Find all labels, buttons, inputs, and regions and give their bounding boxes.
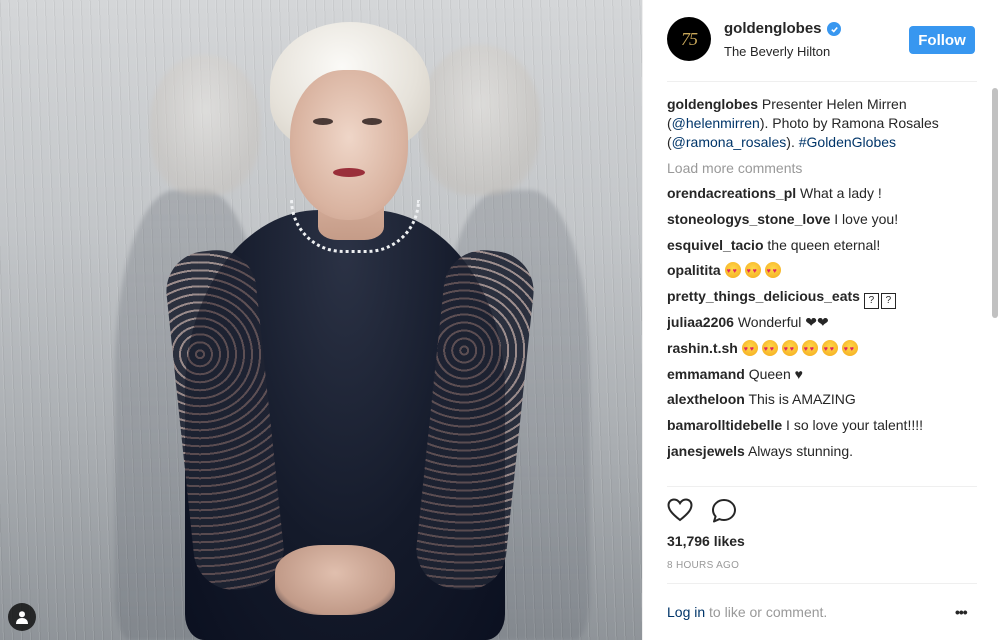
missing-glyph-icon: ? xyxy=(863,293,879,310)
avatar[interactable]: 75 xyxy=(667,17,711,61)
user-tag-icon xyxy=(16,611,28,624)
heart-eyes-emoji-icon xyxy=(761,339,778,359)
photo-eye-right xyxy=(362,118,382,125)
heart-eyes-emoji-icon xyxy=(781,339,798,359)
caption-username[interactable]: goldenglobes xyxy=(667,96,758,112)
comment-row: emmamand Queen ♥ xyxy=(667,365,977,391)
comment-text: This is AMAZING xyxy=(748,391,856,408)
comment-row: juliaa2206 Wonderful ❤❤ xyxy=(667,313,977,339)
comment-row: orendacreations_pl What a lady ! xyxy=(667,184,977,210)
heart-eyes-emoji-icon xyxy=(801,339,818,359)
header-username[interactable]: goldenglobes xyxy=(724,20,822,37)
location-link[interactable]: The Beverly Hilton xyxy=(724,44,830,59)
comment-text: I love you! xyxy=(834,210,899,227)
comment-row: alextheloon This is AMAZING xyxy=(667,390,977,416)
comment-row: esquivel_tacio the queen eternal! xyxy=(667,236,977,262)
comments-scrollbar[interactable] xyxy=(992,88,998,318)
comment-username[interactable]: pretty_things_delicious_eats xyxy=(667,288,860,304)
photo-hands xyxy=(275,545,395,615)
post-header: 75 goldenglobes The Beverly Hilton Follo… xyxy=(643,0,1000,82)
caption-text: ). xyxy=(786,134,799,150)
post-timestamp: 8 HOURS AGO xyxy=(667,560,740,571)
photo-face xyxy=(290,70,408,220)
avatar-logo-text: 75 xyxy=(681,28,698,49)
heart-eyes-emoji-icon xyxy=(741,339,758,359)
missing-glyph-icon: ? xyxy=(880,293,896,310)
comment-username[interactable]: stoneologys_stone_love xyxy=(667,211,830,227)
comment-username[interactable]: bamarolltidebelle xyxy=(667,417,782,433)
post-sidebar: 75 goldenglobes The Beverly Hilton Follo… xyxy=(642,0,1000,640)
heart-eyes-emoji-icon xyxy=(841,339,858,359)
comment-text: What a lady ! xyxy=(800,185,882,201)
instagram-post: 75 goldenglobes The Beverly Hilton Follo… xyxy=(0,0,1000,640)
comment-row: pretty_things_delicious_eats ?? xyxy=(667,287,977,313)
comment-text: I so love your talent!!!! xyxy=(786,417,924,434)
load-more-comments-button[interactable]: Load more comments xyxy=(667,159,977,178)
comment-username[interactable]: opalitita xyxy=(667,262,721,278)
caption-mention-helenmirren[interactable]: @helenmirren xyxy=(672,115,760,131)
comment-text: Always stunning. xyxy=(747,442,854,459)
heart-eyes-emoji-icon xyxy=(821,339,838,359)
login-link[interactable]: Log in xyxy=(667,604,705,620)
comment-username[interactable]: emmamand xyxy=(667,366,745,382)
verified-badge-icon xyxy=(827,22,841,36)
caption: goldenglobes Presenter Helen Mirren (@he… xyxy=(667,95,977,152)
more-options-button[interactable]: ••• xyxy=(955,604,968,620)
photo-lips xyxy=(333,168,365,177)
comment-rows: orendacreations_pl What a lady ! stoneolo… xyxy=(667,184,977,468)
heart-eyes-emoji-icon xyxy=(724,262,741,281)
comment-row: bamarolltidebelle I so love your talent!… xyxy=(667,416,977,442)
comments-divider xyxy=(667,486,977,487)
login-prompt-text: to like or comment. xyxy=(705,604,828,620)
caption-mention-ramona-rosales[interactable]: @ramona_rosales xyxy=(672,134,787,150)
comment-username[interactable]: rashin.t.sh xyxy=(667,340,738,356)
header-divider xyxy=(667,81,977,82)
heart-icon[interactable] xyxy=(667,498,693,522)
comment-username[interactable]: alextheloon xyxy=(667,391,745,407)
action-bar xyxy=(667,498,977,524)
comment-row: opalitita xyxy=(667,261,977,287)
follow-button[interactable]: Follow xyxy=(909,26,975,54)
caption-hashtag[interactable]: #GoldenGlobes xyxy=(799,134,896,150)
photo-eye-left xyxy=(313,118,333,125)
comment-row: rashin.t.sh xyxy=(667,339,977,365)
login-prompt: Log in to like or comment. xyxy=(667,604,827,620)
comment-username[interactable]: janesjewels xyxy=(667,443,745,459)
post-photo[interactable] xyxy=(0,0,642,640)
comment-username[interactable]: juliaa2206 xyxy=(667,314,734,330)
comment-text: Wonderful ❤❤ xyxy=(737,313,829,330)
comments-list[interactable]: goldenglobes Presenter Helen Mirren (@he… xyxy=(667,95,977,485)
comment-username[interactable]: esquivel_tacio xyxy=(667,237,764,253)
comment-icon[interactable] xyxy=(711,498,737,524)
comment-text: the queen eternal! xyxy=(767,236,881,253)
heart-eyes-emoji-icon xyxy=(764,262,781,281)
footer-divider xyxy=(667,583,977,584)
heart-eyes-emoji-icon xyxy=(744,262,761,281)
comment-row: stoneologys_stone_love I love you! xyxy=(667,210,977,236)
comment-username[interactable]: orendacreations_pl xyxy=(667,185,796,201)
photo-subject xyxy=(0,0,642,640)
user-tag-button[interactable] xyxy=(8,603,36,631)
comment-row: janesjewels Always stunning. xyxy=(667,442,977,468)
likes-count[interactable]: 31,796 likes xyxy=(667,533,745,549)
comment-text: Queen ♥ xyxy=(748,365,803,382)
